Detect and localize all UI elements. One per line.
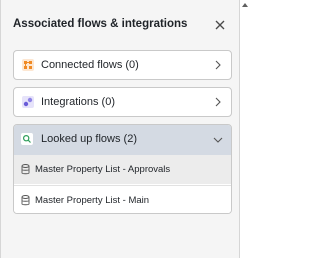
connected-flows-icon: [22, 59, 34, 71]
panel-title: Associated flows & integrations: [13, 18, 188, 30]
database-icon: [21, 195, 30, 206]
scroll-up-arrow-icon[interactable]: [242, 3, 248, 7]
looked-up-flows-section: Looked up flows (2) Master Property List…: [13, 124, 232, 214]
connected-flows-section[interactable]: Connected flows (0): [13, 50, 232, 80]
integrations-section[interactable]: Integrations (0): [13, 87, 232, 117]
list-item-label: Master Property List - Approvals: [35, 164, 171, 175]
close-icon: [215, 20, 225, 30]
looked-up-flows-label: Looked up flows (2): [41, 133, 137, 145]
integrations-icon: [22, 96, 34, 108]
list-item-label: Master Property List - Main: [35, 195, 150, 206]
close-button[interactable]: [213, 18, 227, 32]
search-icon: [21, 133, 33, 145]
scrollbar[interactable]: [240, 0, 252, 258]
list-item[interactable]: Master Property List - Main: [14, 185, 231, 213]
list-item[interactable]: Master Property List - Approvals: [14, 155, 231, 184]
chevron-down-icon: [213, 137, 223, 143]
chevron-right-icon: [215, 60, 221, 70]
integrations-label: Integrations (0): [41, 96, 115, 108]
looked-up-flows-header[interactable]: Looked up flows (2): [14, 125, 231, 155]
database-icon: [21, 164, 30, 175]
associated-flows-panel: Associated flows & integrations Connecte…: [0, 0, 240, 258]
chevron-right-icon: [215, 97, 221, 107]
connected-flows-label: Connected flows (0): [41, 59, 139, 71]
